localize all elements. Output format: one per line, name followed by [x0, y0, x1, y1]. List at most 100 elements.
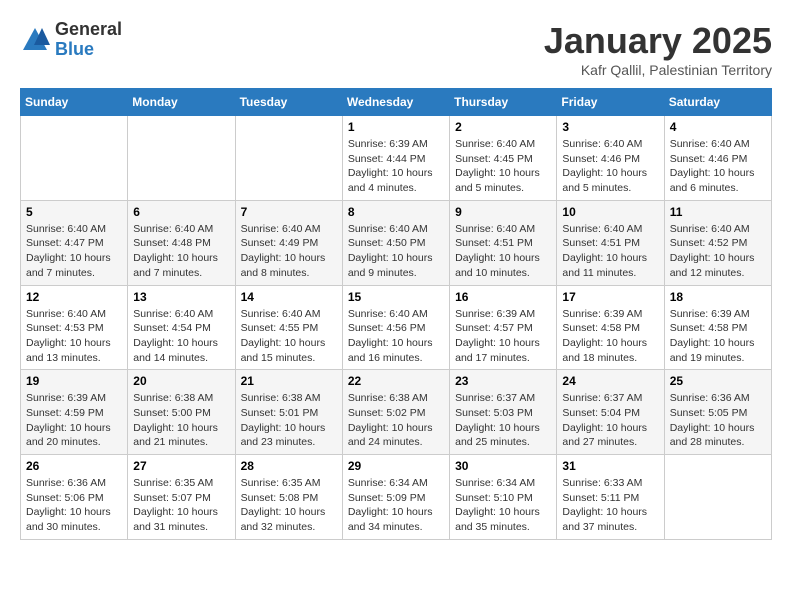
- day-number: 3: [562, 120, 658, 134]
- calendar-cell: 10Sunrise: 6:40 AM Sunset: 4:51 PM Dayli…: [557, 200, 664, 285]
- calendar-cell: 17Sunrise: 6:39 AM Sunset: 4:58 PM Dayli…: [557, 285, 664, 370]
- calendar-cell: 12 Sunrise: 6:40 AM Sunset: 4:53 PM Dayli…: [21, 285, 128, 370]
- day-number: 7: [241, 205, 337, 219]
- title-block: January 2025 Kafr Qallil, Palestinian Te…: [544, 20, 772, 78]
- day-info: Sunrise: 6:40 AM Sunset: 4:50 PM Dayligh…: [348, 222, 444, 281]
- logo-icon: [20, 25, 50, 55]
- day-info: Sunrise: 6:39 AM Sunset: 4:59 PM Dayligh…: [26, 391, 122, 450]
- day-number: 4: [670, 120, 766, 134]
- day-number: 20: [133, 374, 229, 388]
- day-number: 27: [133, 459, 229, 473]
- day-info: Sunrise: 6:38 AM Sunset: 5:00 PM Dayligh…: [133, 391, 229, 450]
- logo-text: General Blue: [55, 20, 122, 60]
- calendar-week-row: 5Sunrise: 6:40 AM Sunset: 4:47 PM Daylig…: [21, 200, 772, 285]
- day-number: 16: [455, 290, 551, 304]
- logo: General Blue: [20, 20, 122, 60]
- day-info: Sunrise: 6:40 AM Sunset: 4:51 PM Dayligh…: [562, 222, 658, 281]
- calendar-cell: 20 Sunrise: 6:38 AM Sunset: 5:00 PM Dayli…: [128, 370, 235, 455]
- day-info: Sunrise: 6:40 AM Sunset: 4:46 PM Dayligh…: [562, 137, 658, 196]
- day-number: 11: [670, 205, 766, 219]
- day-info: Sunrise: 6:40 AM Sunset: 4:45 PM Dayligh…: [455, 137, 551, 196]
- day-info: Sunrise: 6:39 AM Sunset: 4:58 PM Dayligh…: [670, 307, 766, 366]
- day-number: 14: [241, 290, 337, 304]
- calendar-cell: 2 Sunrise: 6:40 AM Sunset: 4:45 PM Daylig…: [450, 116, 557, 201]
- day-info: Sunrise: 6:39 AM Sunset: 4:44 PM Dayligh…: [348, 137, 444, 196]
- day-number: 30: [455, 459, 551, 473]
- calendar-cell: [128, 116, 235, 201]
- column-header-tuesday: Tuesday: [235, 89, 342, 116]
- calendar-cell: 8 Sunrise: 6:40 AM Sunset: 4:50 PM Daylig…: [342, 200, 449, 285]
- day-number: 29: [348, 459, 444, 473]
- day-number: 23: [455, 374, 551, 388]
- day-info: Sunrise: 6:35 AM Sunset: 5:08 PM Dayligh…: [241, 476, 337, 535]
- calendar-table: SundayMondayTuesdayWednesdayThursdayFrid…: [20, 88, 772, 540]
- calendar-cell: 7 Sunrise: 6:40 AM Sunset: 4:49 PM Daylig…: [235, 200, 342, 285]
- day-info: Sunrise: 6:40 AM Sunset: 4:49 PM Dayligh…: [241, 222, 337, 281]
- day-number: 28: [241, 459, 337, 473]
- page-header: General Blue January 2025 Kafr Qallil, P…: [20, 20, 772, 78]
- calendar-cell: 26 Sunrise: 6:36 AM Sunset: 5:06 PM Dayli…: [21, 455, 128, 540]
- day-number: 22: [348, 374, 444, 388]
- calendar-week-row: 1Sunrise: 6:39 AM Sunset: 4:44 PM Daylig…: [21, 116, 772, 201]
- calendar-cell: 13 Sunrise: 6:40 AM Sunset: 4:54 PM Dayli…: [128, 285, 235, 370]
- day-number: 26: [26, 459, 122, 473]
- calendar-cell: 21Sunrise: 6:38 AM Sunset: 5:01 PM Dayli…: [235, 370, 342, 455]
- calendar-cell: 1Sunrise: 6:39 AM Sunset: 4:44 PM Daylig…: [342, 116, 449, 201]
- day-number: 8: [348, 205, 444, 219]
- day-number: 12: [26, 290, 122, 304]
- day-info: Sunrise: 6:40 AM Sunset: 4:52 PM Dayligh…: [670, 222, 766, 281]
- column-header-monday: Monday: [128, 89, 235, 116]
- calendar-week-row: 12 Sunrise: 6:40 AM Sunset: 4:53 PM Dayli…: [21, 285, 772, 370]
- day-number: 18: [670, 290, 766, 304]
- column-header-thursday: Thursday: [450, 89, 557, 116]
- column-header-friday: Friday: [557, 89, 664, 116]
- calendar-cell: 4 Sunrise: 6:40 AM Sunset: 4:46 PM Daylig…: [664, 116, 771, 201]
- column-header-sunday: Sunday: [21, 89, 128, 116]
- calendar-cell: 29 Sunrise: 6:34 AM Sunset: 5:09 PM Dayli…: [342, 455, 449, 540]
- day-number: 6: [133, 205, 229, 219]
- calendar-cell: 5Sunrise: 6:40 AM Sunset: 4:47 PM Daylig…: [21, 200, 128, 285]
- day-info: Sunrise: 6:40 AM Sunset: 4:55 PM Dayligh…: [241, 307, 337, 366]
- day-info: Sunrise: 6:35 AM Sunset: 5:07 PM Dayligh…: [133, 476, 229, 535]
- day-number: 9: [455, 205, 551, 219]
- calendar-cell: 9 Sunrise: 6:40 AM Sunset: 4:51 PM Daylig…: [450, 200, 557, 285]
- day-info: Sunrise: 6:36 AM Sunset: 5:06 PM Dayligh…: [26, 476, 122, 535]
- day-info: Sunrise: 6:40 AM Sunset: 4:54 PM Dayligh…: [133, 307, 229, 366]
- day-info: Sunrise: 6:40 AM Sunset: 4:46 PM Dayligh…: [670, 137, 766, 196]
- day-info: Sunrise: 6:40 AM Sunset: 4:48 PM Dayligh…: [133, 222, 229, 281]
- logo-general-text: General: [55, 20, 122, 40]
- calendar-week-row: 19 Sunrise: 6:39 AM Sunset: 4:59 PM Dayli…: [21, 370, 772, 455]
- day-info: Sunrise: 6:40 AM Sunset: 4:51 PM Dayligh…: [455, 222, 551, 281]
- calendar-cell: 11 Sunrise: 6:40 AM Sunset: 4:52 PM Dayli…: [664, 200, 771, 285]
- calendar-cell: 15Sunrise: 6:40 AM Sunset: 4:56 PM Dayli…: [342, 285, 449, 370]
- column-header-wednesday: Wednesday: [342, 89, 449, 116]
- calendar-cell: [21, 116, 128, 201]
- day-info: Sunrise: 6:37 AM Sunset: 5:04 PM Dayligh…: [562, 391, 658, 450]
- calendar-cell: 22Sunrise: 6:38 AM Sunset: 5:02 PM Dayli…: [342, 370, 449, 455]
- calendar-cell: 31Sunrise: 6:33 AM Sunset: 5:11 PM Dayli…: [557, 455, 664, 540]
- calendar-cell: 18 Sunrise: 6:39 AM Sunset: 4:58 PM Dayli…: [664, 285, 771, 370]
- day-info: Sunrise: 6:38 AM Sunset: 5:01 PM Dayligh…: [241, 391, 337, 450]
- month-title: January 2025: [544, 20, 772, 62]
- calendar-cell: 30 Sunrise: 6:34 AM Sunset: 5:10 PM Dayli…: [450, 455, 557, 540]
- calendar-week-row: 26 Sunrise: 6:36 AM Sunset: 5:06 PM Dayli…: [21, 455, 772, 540]
- day-info: Sunrise: 6:39 AM Sunset: 4:58 PM Dayligh…: [562, 307, 658, 366]
- calendar-cell: 25Sunrise: 6:36 AM Sunset: 5:05 PM Dayli…: [664, 370, 771, 455]
- calendar-cell: [664, 455, 771, 540]
- day-info: Sunrise: 6:40 AM Sunset: 4:53 PM Dayligh…: [26, 307, 122, 366]
- day-info: Sunrise: 6:33 AM Sunset: 5:11 PM Dayligh…: [562, 476, 658, 535]
- day-number: 24: [562, 374, 658, 388]
- calendar-cell: 14 Sunrise: 6:40 AM Sunset: 4:55 PM Dayli…: [235, 285, 342, 370]
- day-info: Sunrise: 6:40 AM Sunset: 4:47 PM Dayligh…: [26, 222, 122, 281]
- day-number: 19: [26, 374, 122, 388]
- calendar-cell: 27 Sunrise: 6:35 AM Sunset: 5:07 PM Dayli…: [128, 455, 235, 540]
- calendar-cell: 28 Sunrise: 6:35 AM Sunset: 5:08 PM Dayli…: [235, 455, 342, 540]
- day-number: 13: [133, 290, 229, 304]
- location-subtitle: Kafr Qallil, Palestinian Territory: [544, 62, 772, 78]
- calendar-header-row: SundayMondayTuesdayWednesdayThursdayFrid…: [21, 89, 772, 116]
- day-info: Sunrise: 6:34 AM Sunset: 5:10 PM Dayligh…: [455, 476, 551, 535]
- calendar-cell: [235, 116, 342, 201]
- calendar-cell: 16Sunrise: 6:39 AM Sunset: 4:57 PM Dayli…: [450, 285, 557, 370]
- day-info: Sunrise: 6:34 AM Sunset: 5:09 PM Dayligh…: [348, 476, 444, 535]
- day-number: 2: [455, 120, 551, 134]
